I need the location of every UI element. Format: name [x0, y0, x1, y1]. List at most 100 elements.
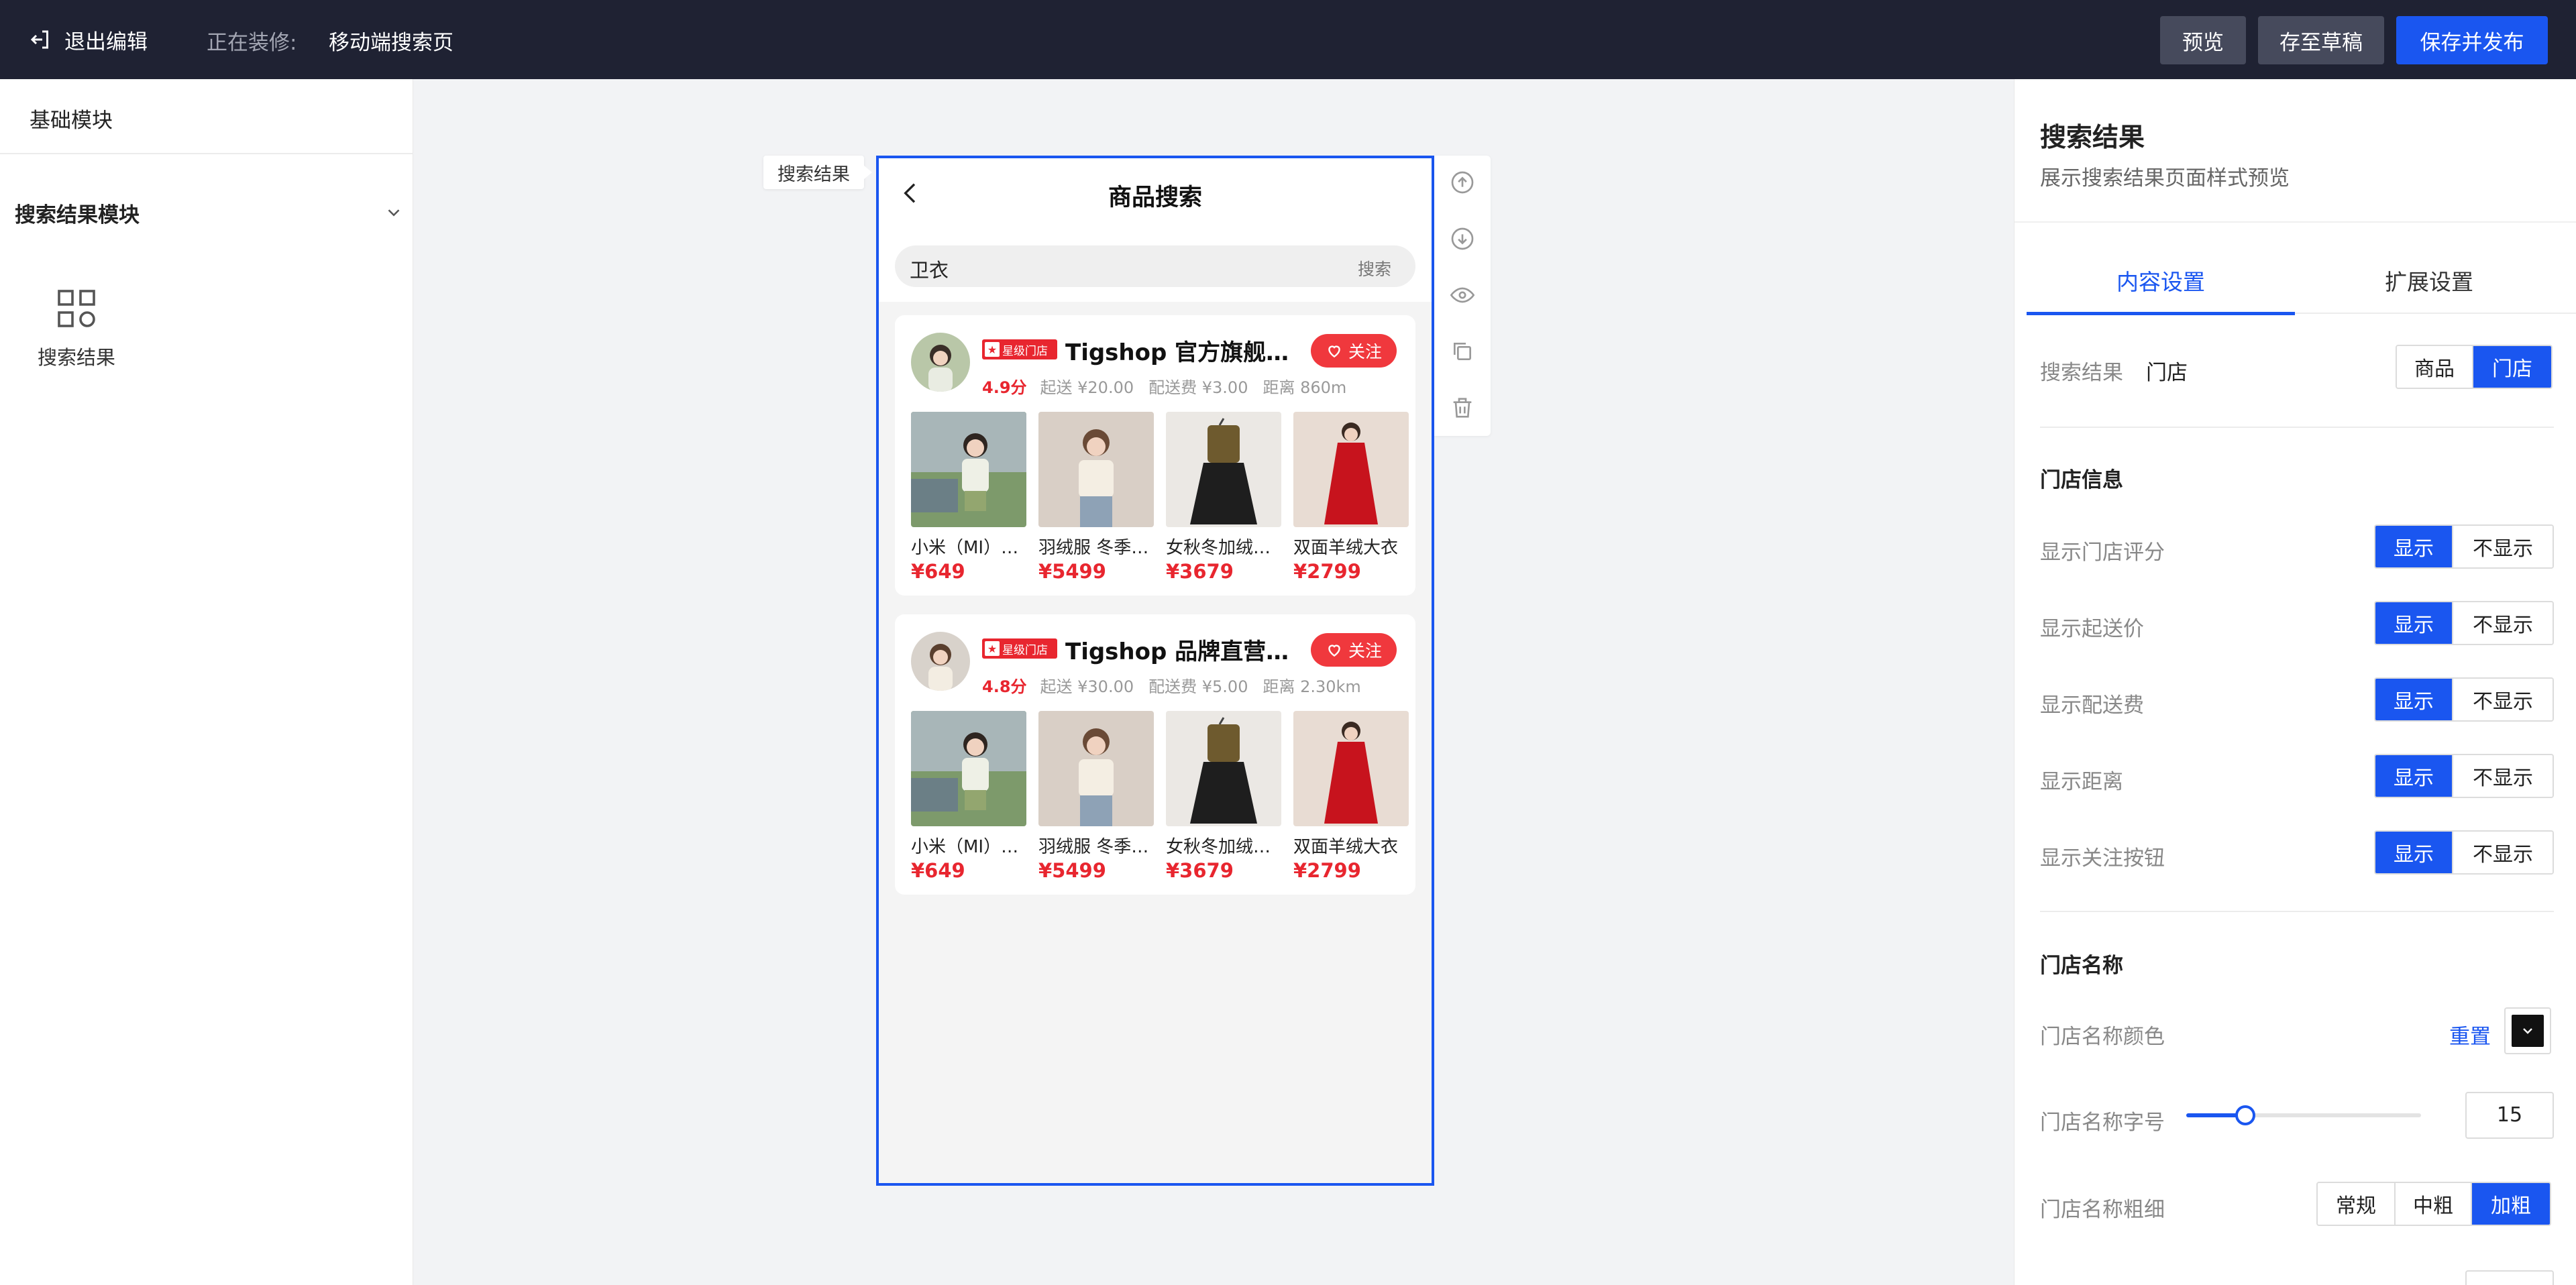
store-name: Tigshop 品牌直营店铺	[1065, 638, 1307, 665]
goods-item[interactable]: 双面羊绒大衣 ¥2799	[1293, 711, 1409, 882]
goods-name: 双面羊绒大衣	[1293, 837, 1399, 857]
editing-page-name: 移动端搜索页	[329, 31, 453, 55]
store-distance: 距离 860m	[1263, 378, 1347, 397]
save-draft-button[interactable]: 存至草稿	[2258, 16, 2384, 64]
module-sidebar: 基础模块 搜索结果模块 搜索结果	[0, 79, 413, 1285]
goods-price: ¥649	[911, 560, 965, 583]
follow-button[interactable]: 关注	[1311, 633, 1397, 667]
toggle-label-delivery-fee: 显示配送费	[2040, 693, 2144, 718]
exit-edit-label: 退出编辑	[64, 30, 148, 54]
goods-item[interactable]: 双面羊绒大衣 ¥2799	[1293, 412, 1409, 583]
settings-divider	[2015, 221, 2576, 223]
goods-name: 双面羊绒大衣	[1293, 538, 1399, 558]
option-regular[interactable]: 常规	[2318, 1183, 2394, 1225]
goods-image	[1038, 711, 1154, 826]
store-min-order: 起送 ¥30.00	[1040, 677, 1134, 696]
option-bold[interactable]: 加粗	[2471, 1183, 2550, 1225]
module-item-label: 搜索结果	[37, 346, 115, 369]
goods-image	[911, 711, 1026, 826]
save-publish-button[interactable]: 保存并发布	[2396, 16, 2548, 64]
goods-item[interactable]: 女秋冬加绒裙装 ¥3679	[1166, 412, 1281, 583]
store-name: Tigshop 官方旗舰门店	[1065, 339, 1307, 366]
star-icon: ★	[985, 342, 1000, 357]
tab-content-settings[interactable]: 内容设置	[2027, 247, 2295, 315]
grid-icon	[58, 290, 95, 327]
next-setting-input[interactable]	[2465, 1270, 2554, 1285]
store-score: 4.8分	[982, 677, 1027, 696]
option-hide[interactable]: 不显示	[2452, 755, 2553, 797]
visibility-button[interactable]	[1449, 282, 1476, 309]
follow-label: 关注	[1348, 342, 1382, 361]
result-type-value: 门店	[2146, 361, 2188, 385]
option-hide[interactable]: 不显示	[2452, 526, 2553, 567]
store-distance: 距离 2.30km	[1263, 677, 1361, 696]
goods-price: ¥5499	[1038, 560, 1106, 583]
font-size-slider[interactable]	[2186, 1104, 2421, 1127]
store-avatar	[911, 632, 970, 691]
goods-item[interactable]: 小米（MI）卫衣 ¥649	[911, 711, 1026, 882]
goods-image	[911, 412, 1026, 527]
store-avatar	[911, 333, 970, 392]
top-bar: 退出编辑 正在装修: 移动端搜索页 预览 存至草稿 保存并发布	[0, 0, 2576, 79]
option-goods[interactable]: 商品	[2397, 346, 2472, 388]
section-divider	[2040, 911, 2554, 912]
follow-label: 关注	[1348, 641, 1382, 661]
option-hide[interactable]: 不显示	[2452, 832, 2553, 873]
option-store[interactable]: 门店	[2472, 346, 2551, 388]
editing-label: 正在装修:	[207, 31, 297, 55]
module-item-search-result[interactable]: 搜索结果	[30, 287, 123, 388]
star-icon: ★	[985, 641, 1000, 656]
toggle-label-min-order: 显示起送价	[2040, 617, 2144, 641]
goods-item[interactable]: 羽绒服 冬季外套 ¥5499	[1038, 711, 1154, 882]
goods-name: 女秋冬加绒裙装	[1166, 837, 1281, 857]
heart-icon	[1328, 345, 1340, 358]
badge-label: 星级门店	[1002, 344, 1048, 358]
goods-price: ¥2799	[1293, 859, 1361, 882]
preview-button[interactable]: 预览	[2160, 16, 2246, 64]
phone-search-bar[interactable]: 卫衣 搜索	[895, 245, 1415, 287]
star-store-badge: ★ 星级门店	[982, 339, 1057, 359]
chevron-down-icon	[388, 209, 400, 217]
exit-edit-button[interactable]: 退出编辑	[28, 24, 148, 55]
settings-tabs: 内容设置 扩展设置	[2027, 247, 2576, 315]
goods-item[interactable]: 小米（MI）卫衣 ¥649	[911, 412, 1026, 583]
result-type-label: 搜索结果	[2040, 361, 2123, 385]
name-color-picker[interactable]	[2504, 1007, 2551, 1054]
store-delivery-fee: 配送费 ¥5.00	[1148, 677, 1248, 696]
option-medium[interactable]: 中粗	[2394, 1183, 2471, 1225]
reset-color-link[interactable]: 重置	[2449, 1019, 2491, 1050]
option-show[interactable]: 显示	[2375, 832, 2452, 873]
phone-search-button[interactable]: 搜索	[1358, 256, 1391, 280]
heart-icon	[1328, 645, 1340, 657]
move-up-button[interactable]	[1449, 169, 1476, 196]
store-card[interactable]: ★ 星级门店 Tigshop 官方旗舰门店 关注 4.9分 起送 ¥20.00 配送费…	[895, 315, 1415, 596]
goods-item[interactable]: 女秋冬加绒裙装 ¥3679	[1166, 711, 1281, 882]
option-show[interactable]: 显示	[2375, 755, 2452, 797]
goods-item[interactable]: 羽绒服 冬季外套 ¥5499	[1038, 412, 1154, 583]
store-name-title: 门店名称	[2040, 954, 2123, 978]
option-hide[interactable]: 不显示	[2452, 679, 2553, 720]
copy-button[interactable]	[1449, 338, 1476, 365]
phone-preview[interactable]: 商品搜索 卫衣 搜索 ★ 星级门店 Tigshop 官方旗舰门店 关注 4.9分起…	[876, 156, 1434, 1186]
option-show[interactable]: 显示	[2375, 602, 2452, 644]
slider-knob[interactable]	[2235, 1105, 2255, 1125]
store-card[interactable]: ★ 星级门店 Tigshop 品牌直营店铺 关注 4.8分 起送 ¥30.00 配送费…	[895, 614, 1415, 895]
eye-icon	[1450, 287, 1475, 303]
move-down-button[interactable]	[1449, 225, 1476, 252]
option-show[interactable]: 显示	[2375, 679, 2452, 720]
store-meta: 4.9分 起送 ¥20.00 配送费 ¥3.00 距离 860m	[982, 374, 1361, 398]
settings-subtitle: 展示搜索结果页面样式预览	[2040, 166, 2290, 190]
option-hide[interactable]: 不显示	[2452, 602, 2553, 644]
delete-button[interactable]	[1449, 394, 1476, 421]
phone-search-value: 卫衣	[910, 259, 949, 282]
badge-label: 星级门店	[1002, 643, 1048, 657]
toggle-label-score: 显示门店评分	[2040, 541, 2165, 565]
selected-module-tag: 搜索结果	[763, 156, 872, 189]
option-show[interactable]: 显示	[2375, 526, 2452, 567]
module-group-header[interactable]: 搜索结果模块	[15, 196, 404, 229]
font-size-input[interactable]: 15	[2465, 1092, 2554, 1139]
goods-price: ¥2799	[1293, 560, 1361, 583]
follow-button[interactable]: 关注	[1311, 334, 1397, 368]
tab-extend-settings[interactable]: 扩展设置	[2295, 247, 2563, 314]
goods-name: 女秋冬加绒裙装	[1166, 538, 1281, 558]
